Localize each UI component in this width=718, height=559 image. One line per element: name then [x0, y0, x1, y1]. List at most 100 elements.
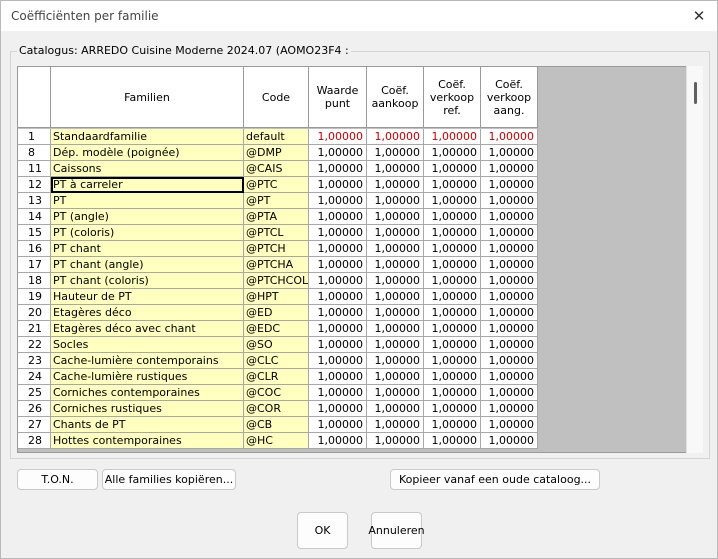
coef-verkoop-ref-cell[interactable]: 1,00000: [424, 433, 481, 449]
coef-verkoop-aang-cell[interactable]: 1,00000: [481, 289, 538, 305]
family-cell[interactable]: Dép. modèle (poignée): [51, 145, 244, 161]
family-cell[interactable]: Corniches rustiques: [51, 401, 244, 417]
header-code[interactable]: Code: [244, 67, 309, 128]
waarde-punt-cell[interactable]: 1,00000: [309, 353, 367, 369]
coef-verkoop-aang-cell[interactable]: 1,00000: [481, 337, 538, 353]
table-row[interactable]: 16 PT chant @PTCH 1,00000 1,00000 1,00000 1,00…: [18, 241, 538, 257]
coef-verkoop-aang-cell[interactable]: 1,00000: [481, 209, 538, 225]
coef-aankoop-cell[interactable]: 1,00000: [367, 129, 424, 145]
cancel-button[interactable]: Annuleren: [368, 512, 425, 549]
waarde-punt-cell[interactable]: 1,00000: [309, 433, 367, 449]
coef-aankoop-cell[interactable]: 1,00000: [367, 225, 424, 241]
table-row[interactable]: 13 PT @PT 1,00000 1,00000 1,00000 1,00000: [18, 193, 538, 209]
waarde-punt-cell[interactable]: 1,00000: [309, 241, 367, 257]
coef-verkoop-ref-cell[interactable]: 1,00000: [424, 241, 481, 257]
code-cell[interactable]: @CLR: [244, 369, 309, 385]
coef-aankoop-cell[interactable]: 1,00000: [367, 417, 424, 433]
coef-aankoop-cell[interactable]: 1,00000: [367, 385, 424, 401]
family-cell[interactable]: Cache-lumière contemporains: [51, 353, 244, 369]
coef-verkoop-aang-cell[interactable]: 1,00000: [481, 401, 538, 417]
coef-verkoop-aang-cell[interactable]: 1,00000: [481, 145, 538, 161]
waarde-punt-cell[interactable]: 1,00000: [309, 305, 367, 321]
code-cell[interactable]: @EDC: [244, 321, 309, 337]
waarde-punt-cell[interactable]: 1,00000: [309, 161, 367, 177]
coef-verkoop-aang-cell[interactable]: 1,00000: [481, 129, 538, 145]
coef-verkoop-ref-cell[interactable]: 1,00000: [424, 337, 481, 353]
waarde-punt-cell[interactable]: 1,00000: [309, 129, 367, 145]
waarde-punt-cell[interactable]: 1,00000: [309, 193, 367, 209]
close-icon[interactable]: ✕: [689, 6, 709, 26]
coef-verkoop-ref-cell[interactable]: 1,00000: [424, 289, 481, 305]
family-cell[interactable]: Etagères déco avec chant: [51, 321, 244, 337]
coef-verkoop-aang-cell[interactable]: 1,00000: [481, 433, 538, 449]
waarde-punt-cell[interactable]: 1,00000: [309, 417, 367, 433]
family-cell[interactable]: Hottes contemporaines: [51, 433, 244, 449]
table-row[interactable]: 24 Cache-lumière rustiques @CLR 1,00000 1,00…: [18, 369, 538, 385]
coef-verkoop-aang-cell[interactable]: 1,00000: [481, 321, 538, 337]
coef-aankoop-cell[interactable]: 1,00000: [367, 401, 424, 417]
family-cell[interactable]: PT: [51, 193, 244, 209]
waarde-punt-cell[interactable]: 1,00000: [309, 401, 367, 417]
coef-verkoop-ref-cell[interactable]: 1,00000: [424, 273, 481, 289]
family-cell[interactable]: Etagères déco: [51, 305, 244, 321]
family-cell[interactable]: PT chant: [51, 241, 244, 257]
copy-from-old-catalog-button[interactable]: Kopieer vanaf een oude cataloog...: [390, 469, 600, 490]
coef-verkoop-ref-cell[interactable]: 1,00000: [424, 193, 481, 209]
table-row[interactable]: 26 Corniches rustiques @COR 1,00000 1,00000 1…: [18, 401, 538, 417]
table-row[interactable]: 28 Hottes contemporaines @HC 1,00000 1,00000…: [18, 433, 538, 449]
table-row[interactable]: 18 PT chant (coloris) @PTCHCOL 1,00000 1,000…: [18, 273, 538, 289]
coef-verkoop-ref-cell[interactable]: 1,00000: [424, 305, 481, 321]
vertical-scrollbar[interactable]: [686, 66, 703, 453]
code-cell[interactable]: @PTCHA: [244, 257, 309, 273]
coef-verkoop-aang-cell[interactable]: 1,00000: [481, 385, 538, 401]
family-cell[interactable]: Hauteur de PT: [51, 289, 244, 305]
coef-verkoop-ref-cell[interactable]: 1,00000: [424, 225, 481, 241]
table-row[interactable]: 15 PT (coloris) @PTCL 1,00000 1,00000 1,00000…: [18, 225, 538, 241]
table-row[interactable]: 11 Caissons @CAIS 1,00000 1,00000 1,00000 1,00…: [18, 161, 538, 177]
family-cell[interactable]: PT chant (angle): [51, 257, 244, 273]
family-cell[interactable]: Chants de PT: [51, 417, 244, 433]
code-cell[interactable]: @PTCL: [244, 225, 309, 241]
ton-button[interactable]: T.O.N.: [17, 469, 98, 490]
coef-verkoop-ref-cell[interactable]: 1,00000: [424, 177, 481, 193]
family-cell[interactable]: Socles: [51, 337, 244, 353]
coef-aankoop-cell[interactable]: 1,00000: [367, 433, 424, 449]
coef-verkoop-ref-cell[interactable]: 1,00000: [424, 353, 481, 369]
waarde-punt-cell[interactable]: 1,00000: [309, 321, 367, 337]
code-cell[interactable]: @PTC: [244, 177, 309, 193]
code-cell[interactable]: @HPT: [244, 289, 309, 305]
family-cell[interactable]: Cache-lumière rustiques: [51, 369, 244, 385]
code-cell[interactable]: @CAIS: [244, 161, 309, 177]
coef-aankoop-cell[interactable]: 1,00000: [367, 305, 424, 321]
family-cell[interactable]: Standaardfamilie: [51, 129, 244, 145]
code-cell[interactable]: @COR: [244, 401, 309, 417]
coef-aankoop-cell[interactable]: 1,00000: [367, 369, 424, 385]
header-coef-verkoop-ref[interactable]: Coëf. verkoop ref.: [424, 67, 481, 128]
code-cell[interactable]: @DMP: [244, 145, 309, 161]
code-cell[interactable]: @PT: [244, 193, 309, 209]
table-row[interactable]: 20 Etagères déco @ED 1,00000 1,00000 1,00000 1…: [18, 305, 538, 321]
waarde-punt-cell[interactable]: 1,00000: [309, 209, 367, 225]
code-cell[interactable]: @PTCH: [244, 241, 309, 257]
waarde-punt-cell[interactable]: 1,00000: [309, 257, 367, 273]
coef-verkoop-aang-cell[interactable]: 1,00000: [481, 241, 538, 257]
table-row[interactable]: 14 PT (angle) @PTA 1,00000 1,00000 1,00000 1,0…: [18, 209, 538, 225]
coef-verkoop-ref-cell[interactable]: 1,00000: [424, 321, 481, 337]
family-cell[interactable]: PT chant (coloris): [51, 273, 244, 289]
coef-aankoop-cell[interactable]: 1,00000: [367, 337, 424, 353]
coef-verkoop-ref-cell[interactable]: 1,00000: [424, 209, 481, 225]
code-cell[interactable]: @PTA: [244, 209, 309, 225]
coef-aankoop-cell[interactable]: 1,00000: [367, 321, 424, 337]
coef-verkoop-aang-cell[interactable]: 1,00000: [481, 417, 538, 433]
table-row[interactable]: 8 Dép. modèle (poignée) @DMP 1,00000 1,00000…: [18, 145, 538, 161]
coef-aankoop-cell[interactable]: 1,00000: [367, 273, 424, 289]
coef-verkoop-ref-cell[interactable]: 1,00000: [424, 417, 481, 433]
coef-verkoop-aang-cell[interactable]: 1,00000: [481, 225, 538, 241]
table-row[interactable]: 19 Hauteur de PT @HPT 1,00000 1,00000 1,00000…: [18, 289, 538, 305]
coef-verkoop-aang-cell[interactable]: 1,00000: [481, 177, 538, 193]
coef-verkoop-ref-cell[interactable]: 1,00000: [424, 257, 481, 273]
coef-aankoop-cell[interactable]: 1,00000: [367, 257, 424, 273]
coef-verkoop-ref-cell[interactable]: 1,00000: [424, 401, 481, 417]
coef-verkoop-aang-cell[interactable]: 1,00000: [481, 257, 538, 273]
code-cell[interactable]: @COC: [244, 385, 309, 401]
